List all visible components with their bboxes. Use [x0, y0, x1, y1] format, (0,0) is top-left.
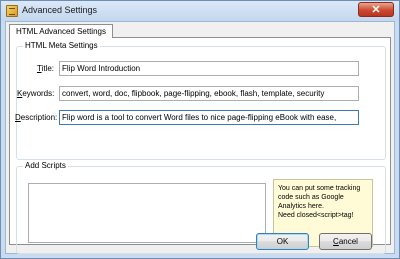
- keywords-field[interactable]: convert, word, doc, flipbook, page-flipp…: [59, 86, 359, 101]
- close-icon: ✕: [371, 4, 381, 16]
- tip-line: Need closed<script>tag!: [278, 212, 354, 219]
- title-field[interactable]: Flip Word Introduction: [59, 61, 359, 76]
- advanced-settings-window: Advanced Settings ✕ HTML Advanced Settin…: [0, 0, 400, 259]
- meta-settings-legend: HTML Meta Settings: [23, 41, 100, 51]
- close-button[interactable]: ✕: [358, 2, 394, 17]
- tab-html-advanced-settings[interactable]: HTML Advanced Settings: [9, 24, 113, 38]
- window-title: Advanced Settings: [22, 5, 98, 15]
- description-field[interactable]: Flip word is a tool to convert Word file…: [59, 110, 359, 125]
- tip-line: You can put some tracking: [278, 185, 361, 192]
- dialog-body: HTML Advanced Settings HTML Meta Setting…: [5, 21, 395, 254]
- tip-line: Analytics here.: [278, 203, 324, 210]
- title-bar[interactable]: Advanced Settings ✕: [1, 1, 399, 21]
- title-label: Title:: [36, 64, 54, 73]
- meta-settings-group: HTML Meta Settings Title: Flip Word Intr…: [15, 41, 386, 160]
- add-scripts-legend: Add Scripts: [23, 161, 68, 171]
- tip-line: code such as Google: [278, 194, 344, 201]
- scripts-textarea[interactable]: [28, 183, 266, 243]
- cancel-button[interactable]: Cancel: [319, 233, 372, 250]
- keywords-label: Keywords:: [17, 89, 55, 98]
- ok-button[interactable]: OK: [256, 233, 309, 250]
- app-icon: [6, 5, 18, 17]
- description-label: Description:: [15, 113, 58, 122]
- tab-panel: HTML Meta Settings Title: Flip Word Intr…: [9, 37, 391, 254]
